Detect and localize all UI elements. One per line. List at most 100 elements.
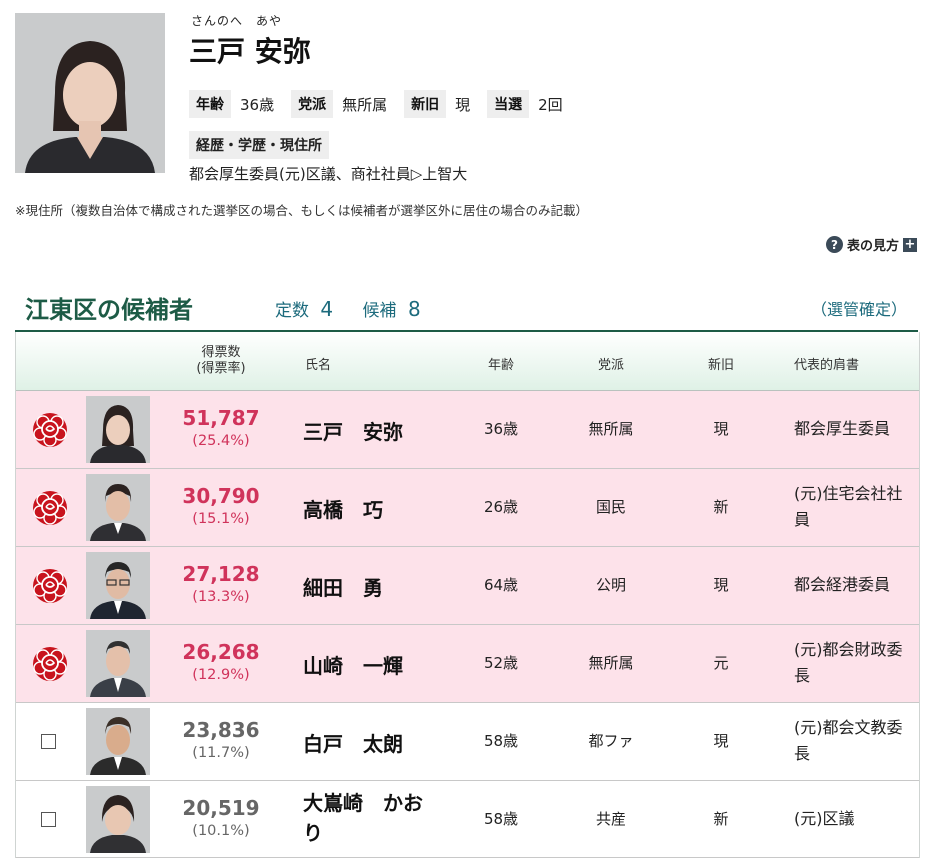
name-line: 高橋 巧 (303, 498, 383, 522)
candidates-label: 候補 (362, 301, 397, 321)
age-cell: 64歳 (483, 576, 519, 594)
rose-icon (30, 566, 70, 606)
age-cell: 36歳 (483, 420, 519, 438)
name-line: 大嶌崎 かお (303, 791, 423, 815)
vote-count: 26,268 (182, 640, 260, 664)
candidate-photo (86, 552, 150, 619)
party-label: 党派 (291, 90, 334, 118)
candidate-profile-photo (15, 13, 165, 173)
vote-rate: (15.1%) (192, 511, 250, 527)
candidate-name-cell: 三戸 安弥 (303, 416, 463, 445)
history-label: 経歴・学歴・現住所 (189, 131, 329, 159)
age-cell: 58歳 (483, 732, 519, 750)
candidate-photo (86, 630, 150, 697)
candidate-meta: 年齢 36歳 党派 無所属 新旧 現 当選 2回 (189, 90, 580, 118)
candidate-photo (86, 396, 150, 463)
votes-cell: 26,268 (12.9%) (166, 640, 276, 686)
question-circle-icon: ? (825, 236, 843, 253)
status-cell: 現 (713, 576, 729, 594)
table-row: 20,519 (10.1%) 大嶌崎 かお り 58歳 共産 新 (元)区議 (16, 781, 919, 858)
vote-rate: (25.4%) (192, 433, 250, 449)
votes-cell: 23,836 (11.7%) (166, 718, 276, 764)
table-row: 23,836 (11.7%) 白戸 太朗 58歳 都ファ 現 (元)都会文教委長 (16, 703, 919, 781)
table-row: 51,787 (25.4%) 三戸 安弥 36歳 無所属 現 都会厚生委員 (16, 391, 919, 469)
candidate-photo (86, 708, 150, 775)
checkbox-icon (41, 812, 56, 827)
candidate-photo (86, 474, 150, 541)
vote-rate: (13.3%) (192, 589, 250, 605)
name-header: 氏名 (305, 358, 332, 373)
seats-value: 4 (320, 297, 334, 321)
vote-count: 51,787 (182, 406, 260, 430)
confirmed-badge: （選管確定） (810, 300, 907, 319)
age-cell: 58歳 (483, 810, 519, 828)
party-cell: 共産 (595, 810, 626, 828)
candidate-table: 得票数 (得票率) 氏名 年齢 党派 新旧 代表的肩書 51,787 (25.4… (15, 332, 920, 858)
name-line: 白戸 太朗 (303, 732, 403, 756)
candidate-name-cell: 山崎 一輝 (303, 650, 463, 679)
status-header: 新旧 (707, 358, 734, 373)
portrait-icon (15, 13, 165, 173)
vote-rate: (11.7%) (192, 745, 250, 761)
table-row: 27,128 (13.3%) 細田 勇 64歳 公明 現 都会経港委員 (16, 547, 919, 625)
status-cell: 現 (713, 420, 729, 438)
title-header: 代表的肩書 (794, 358, 860, 373)
votes-cell: 27,128 (13.3%) (166, 562, 276, 608)
candidate-name-cell: 大嶌崎 かお り (303, 788, 463, 848)
wins-value: 2回 (538, 95, 563, 114)
candidate-name-cell: 細田 勇 (303, 572, 463, 601)
history-text: 都会厚生委員(元)区議、商社社員▷上智大 (189, 165, 468, 183)
checkbox-icon (41, 734, 56, 749)
candidates-value: 8 (407, 297, 421, 321)
age-header: 年齢 (487, 358, 514, 373)
title-cell: (元)都会文教委長 (794, 718, 903, 763)
status-cell: 現 (713, 732, 729, 750)
votes-cell: 30,790 (15.1%) (166, 484, 276, 530)
title-cell: (元)住宅会社社員 (794, 484, 903, 529)
votes-rate-header-label: (得票率) (196, 361, 246, 376)
title-cell: (元)都会財政委長 (794, 640, 903, 685)
name-line: り (303, 821, 323, 845)
title-cell: (元)区議 (794, 809, 855, 828)
vote-rate: (10.1%) (192, 823, 250, 839)
age-cell: 52歳 (483, 654, 519, 672)
votes-header: 得票数 (得票率) (166, 345, 276, 377)
status-label: 新旧 (404, 90, 447, 118)
age-cell: 26歳 (483, 498, 519, 516)
candidate-name-cell: 高橋 巧 (303, 494, 463, 523)
district-header: 江東区の候補者 定数 4 候補 8 （選管確定） (25, 290, 917, 330)
plus-icon: + (903, 237, 917, 252)
status-cell: 新 (713, 498, 729, 516)
votes-cell: 51,787 (25.4%) (166, 406, 276, 452)
party-cell: 国民 (595, 498, 626, 516)
seat-info: 定数 4 候補 8 (275, 296, 445, 321)
votes-header-label: 得票数 (201, 345, 241, 360)
name-line: 山崎 一輝 (303, 654, 403, 678)
party-cell: 都ファ (588, 732, 634, 750)
vote-count: 30,790 (182, 484, 260, 508)
party-value: 無所属 (342, 95, 388, 114)
district-title: 江東区の候補者 (25, 296, 193, 324)
rose-icon (30, 644, 70, 684)
name-line: 三戸 安弥 (303, 420, 403, 444)
table-row: 30,790 (15.1%) 高橋 巧 26歳 国民 新 (元)住宅会社社員 (16, 469, 919, 547)
party-cell: 無所属 (588, 654, 634, 672)
candidate-name: 三戸 安弥 (189, 35, 311, 68)
candidate-photo (86, 786, 150, 853)
rose-icon (30, 410, 70, 450)
title-cell: 都会経港委員 (794, 575, 891, 594)
party-header: 党派 (597, 358, 624, 373)
vote-count: 27,128 (182, 562, 260, 586)
table-legend-link[interactable]: ? 表の見方 + (825, 235, 917, 254)
vote-rate: (12.9%) (192, 667, 250, 683)
table-legend-label: 表の見方 (846, 239, 899, 254)
party-cell: 公明 (595, 576, 626, 594)
vote-count: 20,519 (182, 796, 260, 820)
status-value: 現 (455, 95, 471, 114)
age-value: 36歳 (240, 95, 275, 114)
age-label: 年齢 (189, 90, 231, 118)
rose-icon (30, 488, 70, 528)
seats-label: 定数 (275, 301, 309, 321)
table-header: 得票数 (得票率) 氏名 年齢 党派 新旧 代表的肩書 (16, 332, 919, 391)
wins-label: 当選 (487, 90, 530, 118)
